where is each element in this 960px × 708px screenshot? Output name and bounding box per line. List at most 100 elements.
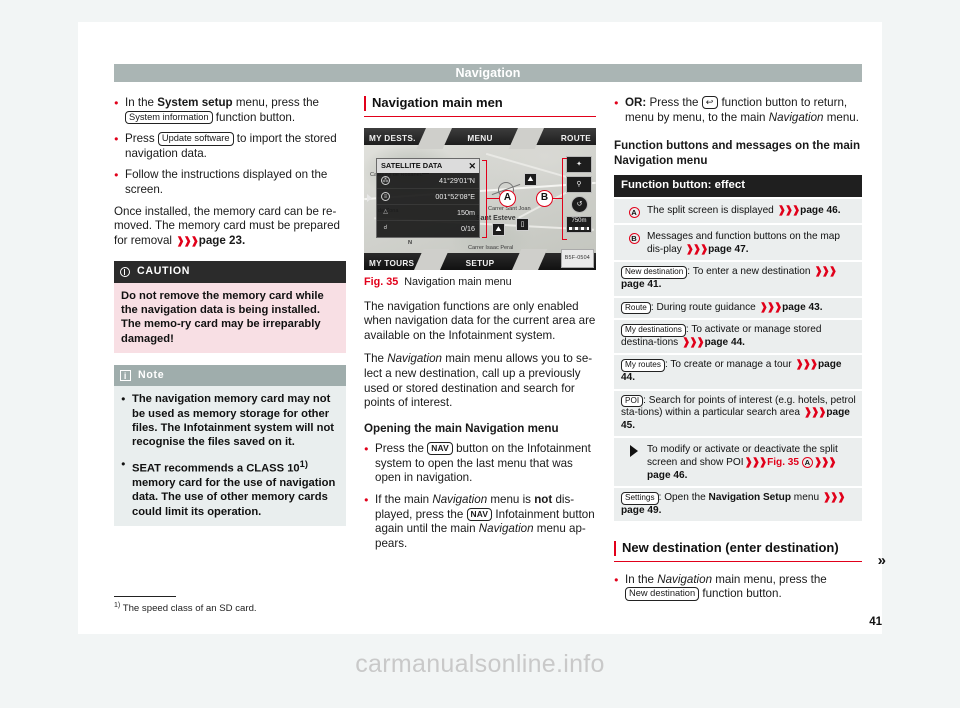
map-center-button[interactable]: ✦: [566, 155, 592, 173]
info-icon: [120, 369, 131, 383]
section-heading-navigation-main-menu: Navigation main men: [364, 95, 596, 117]
row-text: : To create or manage a tour: [664, 359, 795, 371]
page-ref-chevron: ❱❱❱: [759, 301, 783, 313]
back-arrow-icon[interactable]: ↩: [701, 96, 719, 109]
table-row-badge: B: [621, 229, 647, 246]
my-routes-function-button[interactable]: My routes: [621, 359, 665, 372]
tab-route[interactable]: ROUTE: [561, 132, 591, 147]
page-number: 41: [869, 616, 882, 628]
bullet-system-setup: In the System setup menu, press the Syst…: [114, 95, 346, 125]
bullet-post: function button.: [699, 587, 782, 601]
table-row: My routes: To create or manage a tour ❱❱…: [614, 355, 862, 389]
bullet-if-main-menu-not-displayed: If the main Navigation menu is not dis-p…: [364, 492, 596, 551]
update-software-function-button[interactable]: Update software: [157, 132, 234, 146]
row-text-post: menu: [791, 492, 822, 504]
page-ref-target: page 49.: [621, 504, 662, 516]
bullet-italic-2: Navigation: [478, 522, 534, 536]
gps-value: 0/16: [461, 223, 475, 233]
row-text: : To enter a new destination: [687, 266, 814, 278]
map-scale-value: 750m: [571, 217, 587, 224]
subheading-function-buttons-messages: Function buttons and messages on the mai…: [614, 139, 861, 167]
paragraph-italic-navigation: Navigation: [387, 352, 442, 366]
caution-box-body: Do not remove the memory card while the …: [114, 282, 346, 353]
note-footnote-marker: 1): [299, 459, 308, 470]
new-destination-function-button[interactable]: New destination: [625, 587, 700, 601]
triangle-right-icon: [630, 445, 638, 458]
continuation-arrow: »: [877, 552, 886, 569]
section-heading-new-destination: New destination (enter destination): [614, 541, 862, 562]
map-zoom-button[interactable]: ⚲: [566, 175, 592, 193]
page-ref-chevron: ❱❱❱: [822, 492, 846, 504]
page-ref-chevron: ❱❱❱: [685, 243, 709, 255]
system-information-function-button[interactable]: System information: [125, 110, 213, 125]
function-button-table: Function button: effect A The split scre…: [614, 175, 862, 522]
watermark: carmanualsonline.info: [355, 650, 605, 678]
bullet-bold-system-setup: System setup: [157, 96, 233, 109]
note-box-title: Note: [138, 368, 165, 381]
longitude-value: 001°52'08"E: [435, 191, 475, 201]
bullet-new-destination: In the Navigation main menu, press the N…: [614, 572, 862, 602]
figure-caption: Fig. 35 Navigation main menu: [364, 275, 596, 289]
page-ref-target: page 43.: [782, 301, 823, 313]
poi-fuel-icon: ⛰: [524, 172, 537, 186]
table-row-badge: [621, 442, 647, 462]
note-box-header: Note: [114, 364, 346, 387]
tab-setup[interactable]: SETUP: [466, 257, 495, 270]
bullet-bold-or: OR:: [625, 96, 647, 109]
settings-function-button[interactable]: Settings: [621, 492, 659, 505]
nav-button-key[interactable]: NAV: [466, 507, 493, 521]
page-ref-target: page 23.: [198, 233, 246, 247]
table-row-text: The split screen is displayed ❱❱❱page 46…: [647, 203, 856, 218]
page-ref-target: page 47.: [708, 243, 749, 255]
note-bullet-2-rest: memory card for the use of navigation da…: [132, 477, 336, 518]
tab-menu[interactable]: MENU: [467, 132, 492, 147]
footnote-marker: 1): [114, 602, 121, 610]
paragraph-nav-main-menu: The Navigation main menu allows you to s…: [364, 352, 596, 410]
note-bullet-1: The navigation memory card may not be us…: [121, 391, 339, 449]
poi-function-button[interactable]: POI: [621, 394, 644, 407]
bullet-press-nav-button: Press the NAV button on the Infotainment…: [364, 441, 596, 486]
bullet-text-pre: In the: [125, 96, 158, 109]
caution-icon: [120, 266, 130, 277]
right-column: OR: Press the ↩ function button to retur…: [614, 95, 862, 609]
satellite-row-longitude: ≡ 001°52'08"E: [377, 189, 479, 205]
row-text: The split screen is displayed: [647, 204, 777, 216]
bullet-text-pre: Press: [125, 132, 158, 146]
bottom-bar-divider: [412, 248, 450, 270]
longitude-icon: ≡: [381, 191, 390, 201]
split-screen-toggle-icon[interactable]: [367, 193, 372, 202]
page-ref-target: page 46.: [800, 204, 841, 216]
page-ref-target: page 46.: [647, 469, 688, 481]
table-header: Function button: effect: [614, 175, 862, 197]
bullet-italic-1: Navigation: [432, 492, 488, 506]
table-row: POI: Search for points of interest (e.g.…: [614, 390, 862, 437]
my-destinations-function-button[interactable]: My destinations: [621, 324, 686, 337]
page-header-title: Navigation: [114, 64, 862, 82]
bullet-text: Follow the instructions displayed on the…: [125, 168, 328, 196]
bullet-follow-instructions: Follow the instructions displayed on the…: [114, 167, 346, 197]
page-ref-chevron: ❱❱❱: [777, 204, 801, 216]
new-destination-function-button[interactable]: New destination: [621, 266, 688, 279]
row-text: : During route guidance: [650, 301, 759, 313]
manual-page: Navigation In the System setup menu, pre…: [0, 0, 960, 708]
caution-box-title: CAUTION: [137, 265, 191, 278]
tab-my-dests[interactable]: MY DESTS.: [369, 132, 416, 147]
close-icon[interactable]: ✕: [468, 159, 476, 173]
nav-button-key[interactable]: NAV: [427, 442, 453, 456]
page-ref-target: page 41.: [621, 278, 662, 290]
callout-leader-b: [552, 197, 563, 199]
map-rotate-button[interactable]: ↺: [571, 195, 588, 213]
map-scale-indicator: 750m: [566, 215, 592, 233]
caution-box: CAUTION Do not remove the memory card wh…: [114, 261, 346, 353]
callout-badge-a: A: [628, 206, 640, 218]
figure-navigation-main-menu: Castellvi de Rosanes Carrer Sant Joan Sa…: [364, 127, 596, 289]
page-ref-target: page 44.: [704, 336, 745, 348]
caution-box-header: CAUTION: [114, 261, 346, 283]
page-ref-chevron: ❱❱❱: [682, 336, 705, 348]
satellite-row-latitude: ⁂ 41°29'01"N: [377, 173, 479, 189]
gps-icon: ☌: [383, 224, 388, 231]
route-function-button[interactable]: Route: [621, 301, 651, 314]
satellite-data-title: SATELLITE DATA: [381, 160, 443, 170]
tab-my-tours[interactable]: MY TOURS: [369, 257, 414, 270]
middle-column: Navigation main men Castellvi de Rosanes…: [364, 95, 596, 558]
